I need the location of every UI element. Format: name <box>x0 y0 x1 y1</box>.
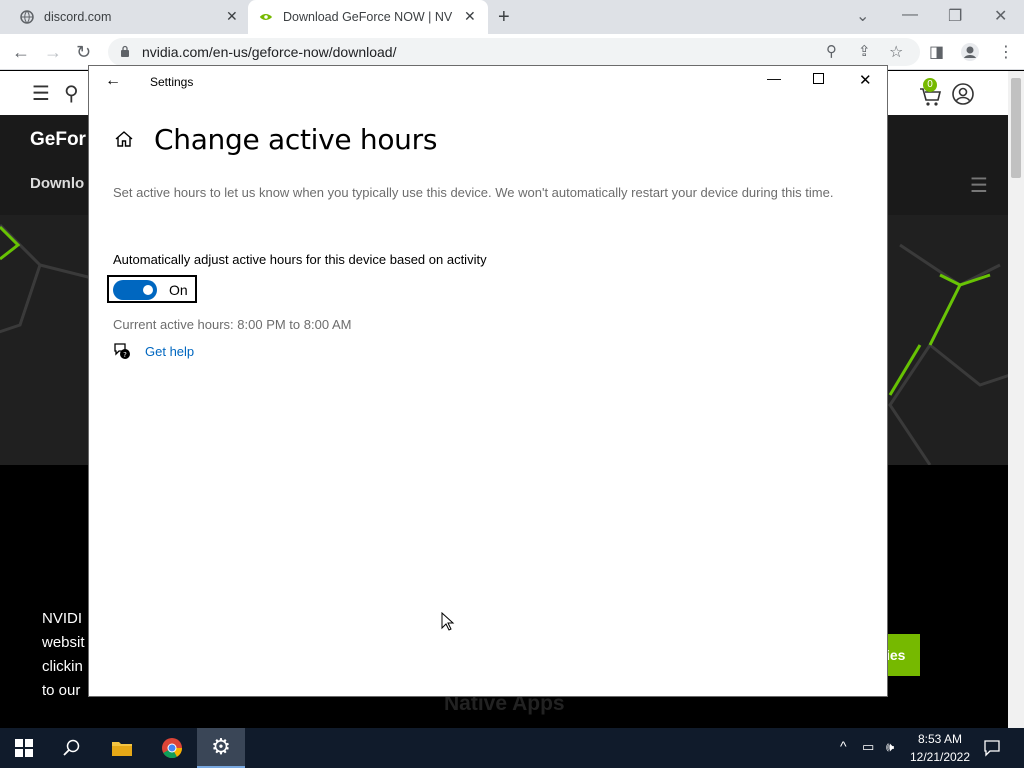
start-button[interactable] <box>0 728 48 768</box>
globe-icon <box>20 10 34 24</box>
close-tab-icon[interactable]: ✕ <box>464 8 476 25</box>
tab-discord[interactable]: discord.com ✕ <box>0 0 246 34</box>
subnav-menu-icon[interactable]: ☰ <box>970 173 988 198</box>
chrome-taskbar-button[interactable] <box>148 728 196 768</box>
toggle-state-label: On <box>169 282 188 298</box>
lock-icon[interactable] <box>120 45 130 57</box>
home-icon[interactable] <box>114 129 134 149</box>
scrollbar-thumb[interactable] <box>1011 78 1021 178</box>
tab-label: discord.com <box>44 10 112 24</box>
profile-avatar-icon[interactable] <box>960 42 980 62</box>
minimize-browser-button[interactable]: — <box>902 6 918 24</box>
body-line: to our <box>42 682 81 699</box>
close-tab-icon[interactable]: ✕ <box>226 8 238 25</box>
close-browser-button[interactable]: ✕ <box>994 6 1007 26</box>
folder-icon <box>112 742 132 756</box>
tab-geforce-now[interactable]: Download GeForce NOW | NVID ✕ <box>248 0 488 34</box>
settings-window: ← Settings — ✕ Change active hours Set a… <box>88 65 888 697</box>
maximize-window-button[interactable] <box>813 73 824 84</box>
new-tab-button[interactable]: + <box>498 6 510 29</box>
zoom-icon[interactable]: ⚲ <box>826 42 837 60</box>
minimize-window-button[interactable]: — <box>767 70 781 86</box>
search-icon <box>63 739 80 756</box>
file-explorer-button[interactable] <box>98 728 146 768</box>
body-line: clickin <box>42 658 83 675</box>
notification-center-icon[interactable] <box>983 739 1001 757</box>
account-icon[interactable] <box>951 82 975 106</box>
subnav-title: Downlo <box>30 175 85 192</box>
tab-label: Download GeForce NOW | NVID <box>283 10 453 24</box>
clock-date[interactable]: 12/21/2022 <box>900 750 980 764</box>
url-text: nvidia.com/en-us/geforce-now/download/ <box>142 44 397 60</box>
page-title: Change active hours <box>154 123 438 156</box>
nvidia-logo-icon <box>259 14 273 20</box>
body-line: websit <box>42 634 85 651</box>
side-panel-icon[interactable]: ◨ <box>929 42 944 62</box>
taskbar-search-button[interactable] <box>48 728 96 768</box>
back-button[interactable]: ← <box>12 42 30 63</box>
share-icon[interactable]: ⇪ <box>858 42 871 60</box>
mouse-cursor-icon <box>441 612 455 631</box>
current-active-hours: Current active hours: 8:00 PM to 8:00 AM <box>113 317 352 332</box>
help-chat-icon: ? <box>114 343 130 359</box>
settings-taskbar-button[interactable]: ⚙ <box>197 728 245 768</box>
volume-icon[interactable]: 🕪 <box>886 739 894 755</box>
site-search-icon[interactable]: ⚲ <box>64 81 79 106</box>
toggle-knob <box>143 285 153 295</box>
windows-logo-icon <box>15 739 33 757</box>
chrome-icon <box>162 738 183 759</box>
show-hidden-icons-button[interactable]: ^ <box>840 738 847 754</box>
clock-time[interactable]: 8:53 AM <box>900 732 980 746</box>
bookmark-star-icon[interactable]: ☆ <box>889 42 903 62</box>
settings-back-button[interactable]: ← <box>105 72 121 90</box>
hamburger-menu-icon[interactable]: ☰ <box>32 81 50 106</box>
forward-button[interactable]: → <box>44 42 62 63</box>
tab-search-icon[interactable]: ⌄ <box>856 6 869 26</box>
body-line: NVIDI <box>42 610 83 627</box>
network-icon[interactable]: ▭ <box>862 739 874 755</box>
gear-icon: ⚙ <box>211 734 231 759</box>
reload-button[interactable]: ↻ <box>76 42 91 63</box>
close-window-button[interactable]: ✕ <box>859 71 872 89</box>
toggle-label: Automatically adjust active hours for th… <box>113 252 487 267</box>
cookie-accept-label: ies <box>886 647 906 663</box>
get-help-link[interactable]: Get help <box>145 344 194 359</box>
svg-text:?: ? <box>123 351 127 359</box>
brand-title: GeFor <box>30 129 86 150</box>
description-text: Set active hours to let us know when you… <box>113 185 834 200</box>
window-title: Settings <box>150 75 194 89</box>
cart-count-badge: 0 <box>923 78 937 92</box>
restore-browser-button[interactable]: ❐ <box>948 6 962 26</box>
browser-menu-icon[interactable]: ⋮ <box>998 42 1014 62</box>
